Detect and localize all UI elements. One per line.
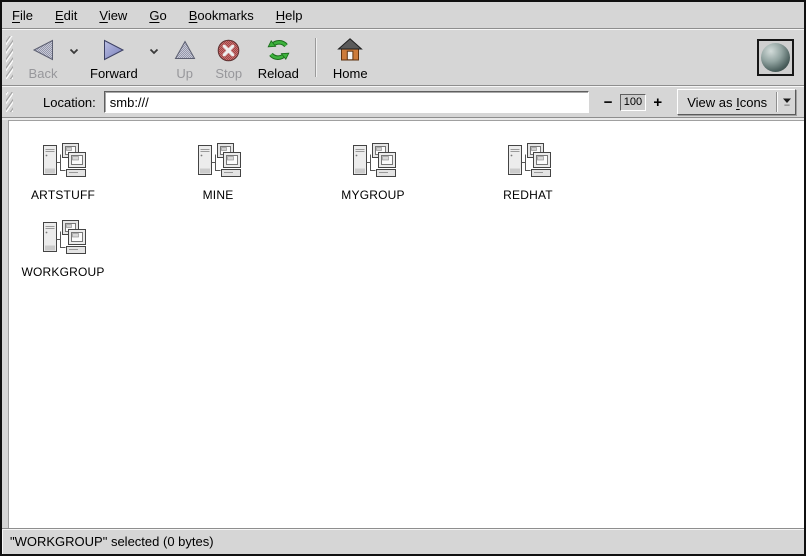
icon-item-label: ARTSTUFF (28, 188, 98, 202)
globe-icon (761, 43, 790, 72)
up-button[interactable]: Up (163, 32, 207, 83)
network-share-icon (28, 141, 98, 181)
location-bar: Location: − 100 + View as Icons (2, 86, 804, 118)
location-label: Location: (43, 95, 96, 110)
network-share-icon (28, 218, 98, 258)
status-text: "WORKGROUP" selected (0 bytes) (10, 534, 214, 549)
content-frame: ARTSTUFF (2, 118, 804, 528)
file-manager-window: File Edit View Go Bookmarks Help Back Fo… (0, 0, 806, 556)
icon-item-label: REDHAT (493, 188, 563, 202)
view-as-dropdown[interactable]: View as Icons (677, 89, 796, 115)
icon-item-redhat[interactable]: REDHAT (475, 141, 630, 202)
forward-history-dropdown[interactable] (146, 48, 162, 55)
dropdown-indicator-icon (778, 97, 795, 107)
icon-item-label: MYGROUP (338, 188, 408, 202)
toolbar-grip[interactable] (6, 36, 13, 79)
menu-view[interactable]: View (99, 4, 127, 27)
chevron-down-icon (149, 48, 159, 55)
icon-item-mine[interactable]: MINE (165, 141, 320, 202)
icon-item-artstuff[interactable]: ARTSTUFF (10, 141, 165, 202)
status-bar: "WORKGROUP" selected (0 bytes) (2, 528, 804, 554)
reload-button[interactable]: Reload (251, 32, 306, 83)
toolbar: Back Forward Up (2, 29, 804, 86)
chevron-down-icon (69, 48, 79, 55)
network-share-icon (183, 141, 253, 181)
icon-item-label: WORKGROUP (28, 265, 98, 279)
zoom-in-button[interactable]: + (650, 95, 665, 110)
stop-icon (216, 36, 241, 64)
network-share-icon (338, 141, 408, 181)
home-icon (337, 36, 363, 64)
back-history-dropdown[interactable] (66, 48, 82, 55)
up-arrow-icon (173, 36, 197, 64)
zoom-level[interactable]: 100 (620, 94, 647, 111)
location-input[interactable] (104, 91, 589, 113)
menu-file[interactable]: File (12, 4, 33, 27)
zoom-out-button[interactable]: − (601, 95, 616, 110)
menu-edit[interactable]: Edit (55, 4, 77, 27)
network-share-icon (493, 141, 563, 181)
stop-button[interactable]: Stop (207, 32, 251, 83)
back-arrow-icon (30, 36, 56, 64)
location-bar-grip[interactable] (6, 92, 13, 112)
home-button[interactable]: Home (326, 32, 375, 83)
icon-item-label: MINE (183, 188, 253, 202)
icon-grid: ARTSTUFF (10, 141, 635, 279)
back-button[interactable]: Back (21, 32, 65, 83)
throbber (757, 39, 794, 76)
icon-item-workgroup[interactable]: WORKGROUP (10, 218, 165, 279)
toolbar-spacer (375, 32, 757, 83)
forward-arrow-icon (101, 36, 127, 64)
view-as-label: View as Icons (678, 95, 776, 110)
menubar: File Edit View Go Bookmarks Help (2, 2, 804, 29)
menu-help[interactable]: Help (276, 4, 303, 27)
menu-bookmarks[interactable]: Bookmarks (189, 4, 254, 27)
content-area[interactable]: ARTSTUFF (8, 120, 804, 528)
forward-button[interactable]: Forward (83, 32, 145, 83)
toolbar-separator (315, 38, 317, 77)
reload-icon (265, 36, 292, 64)
icon-item-mygroup[interactable]: MYGROUP (320, 141, 475, 202)
menu-go[interactable]: Go (149, 4, 166, 27)
